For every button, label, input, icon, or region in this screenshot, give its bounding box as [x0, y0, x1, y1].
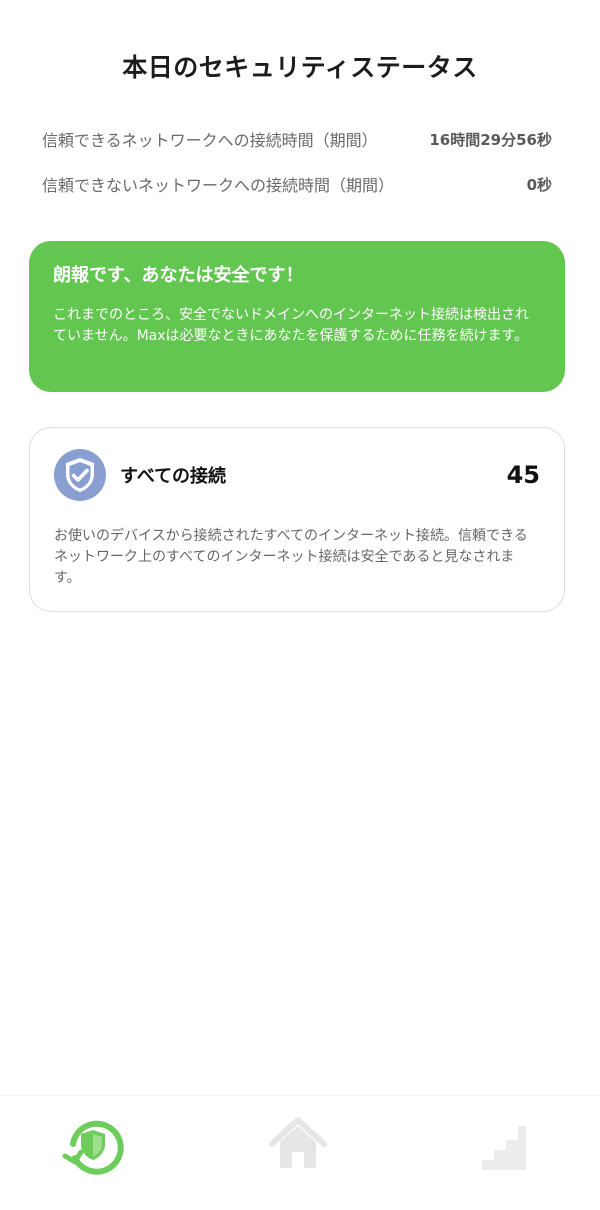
- safe-status-headline: 朗報です、あなたは安全です！: [53, 265, 304, 286]
- trusted-network-time-value: 16時間29分56秒: [429, 130, 552, 149]
- trusted-network-time-label: 信頼できるネットワークへの接続時間（期間）: [42, 131, 378, 150]
- untrusted-network-time-row: 信頼できないネットワークへの接続時間（期間） 0秒: [42, 172, 552, 196]
- shield-check-icon: [54, 449, 106, 501]
- all-connections-count: 45: [506, 461, 540, 489]
- security-status-screen: 本日のセキュリティステータス 信頼できるネットワークへの接続時間（期間） 16時…: [0, 0, 600, 1210]
- bottom-navigation: [0, 1095, 600, 1210]
- home-icon: [269, 1117, 327, 1168]
- stairs-icon: [482, 1126, 526, 1170]
- nav-security-status[interactable]: [61, 1114, 125, 1178]
- untrusted-network-time-label: 信頼できないネットワークへの接続時間（期間）: [42, 176, 395, 195]
- nav-stairs[interactable]: [472, 1114, 536, 1178]
- safe-status-body: これまでのところ、安全でないドメインへのインターネット接続は検出されていません。…: [53, 307, 529, 344]
- all-connections-title: すべての接続: [120, 466, 227, 487]
- safe-status-card: 朗報です、あなたは安全です！ これまでのところ、安全でないドメインへのインターネ…: [29, 241, 565, 392]
- all-connections-description: お使いのデバイスから接続されたすべてのインターネット接続。信頼できるネットワーク…: [54, 528, 528, 586]
- all-connections-header: すべての接続 45: [54, 448, 540, 502]
- untrusted-network-time-value: 0秒: [526, 175, 552, 194]
- all-connections-card[interactable]: すべての接続 45 お使いのデバイスから接続されたすべてのインターネット接続。信…: [29, 427, 565, 612]
- trusted-network-time-row: 信頼できるネットワークへの接続時間（期間） 16時間29分56秒: [42, 127, 552, 151]
- nav-home[interactable]: [266, 1112, 330, 1176]
- shield-refresh-icon: [62, 1120, 124, 1175]
- page-title: 本日のセキュリティステータス: [122, 53, 478, 82]
